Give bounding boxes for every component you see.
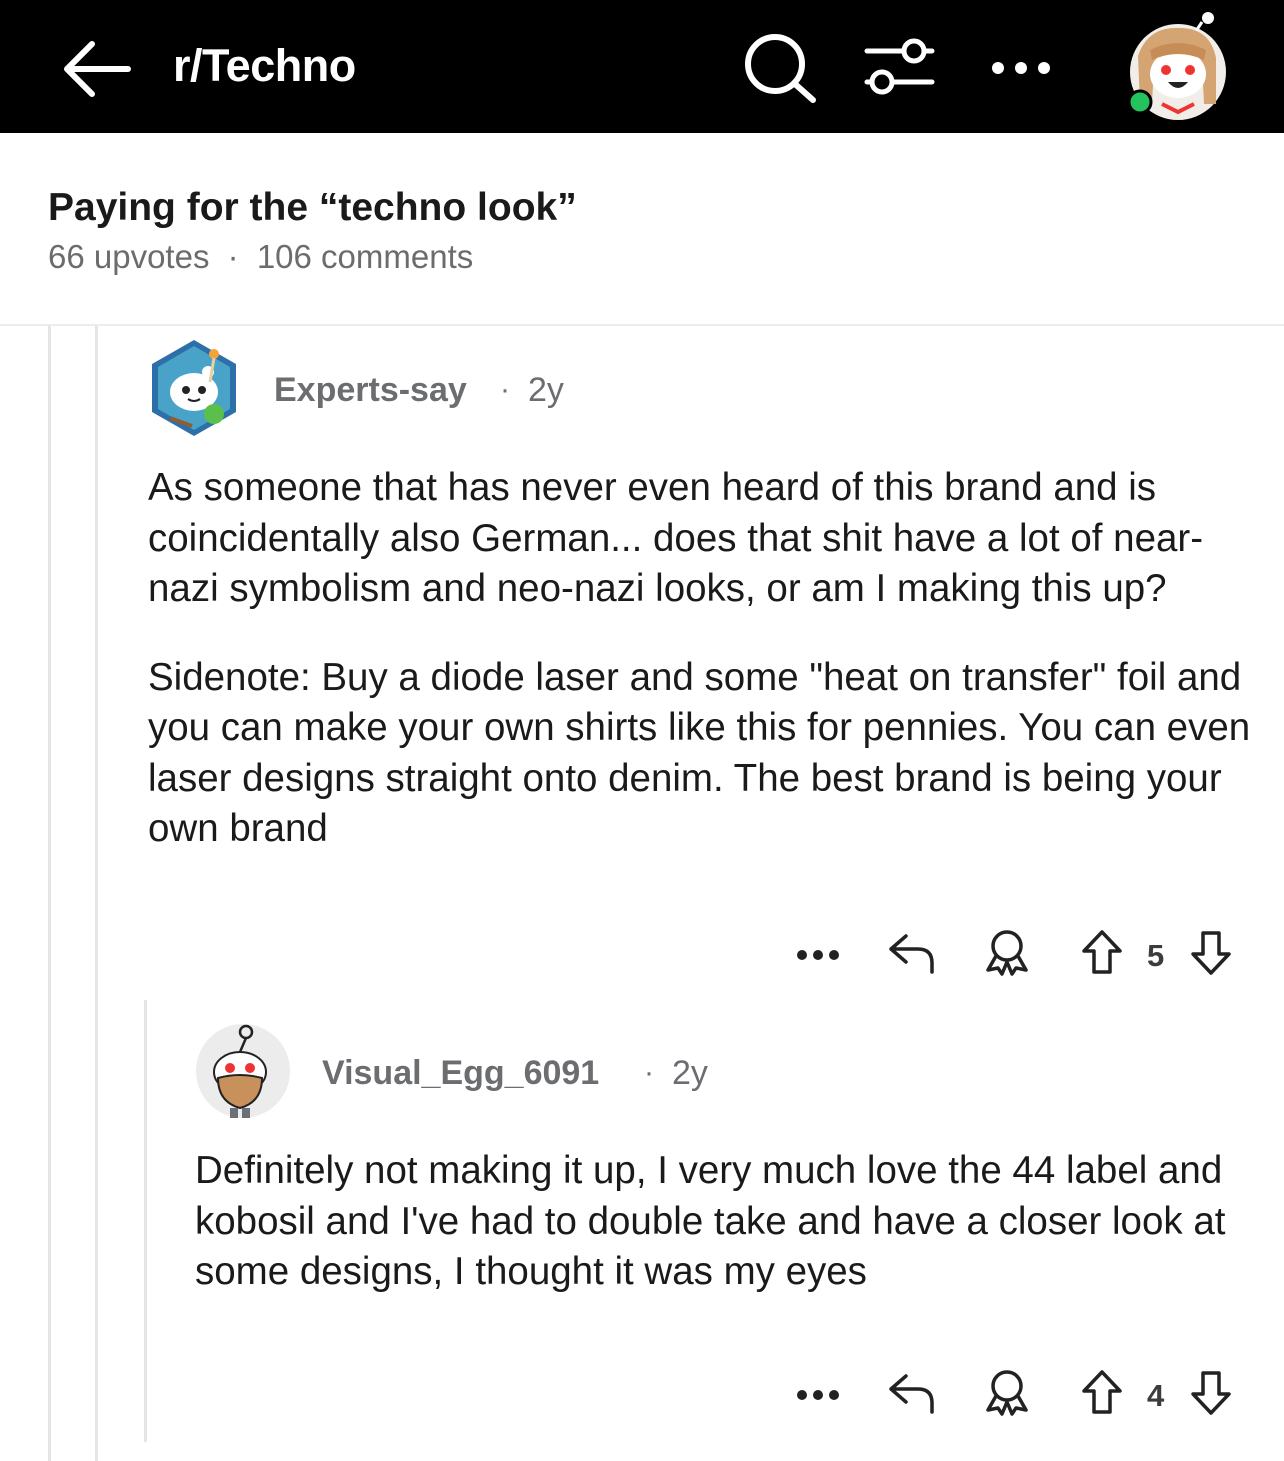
comment-1-age: 2y xyxy=(528,371,564,409)
comment-1-reply-button[interactable] xyxy=(886,932,936,974)
comment-2-award-button[interactable] xyxy=(984,1368,1030,1416)
top-bar: r/Techno xyxy=(0,0,1284,133)
comment-2-paragraph-1: Definitely not making it up, I very much… xyxy=(195,1149,1226,1293)
filter-button[interactable] xyxy=(862,36,936,100)
reply-icon xyxy=(889,934,934,974)
comment-2-score: 4 xyxy=(1147,1378,1165,1413)
post-title[interactable]: Paying for the “techno look” xyxy=(48,186,577,230)
upvote-arrow-icon xyxy=(1082,930,1122,974)
comment-1-score: 5 xyxy=(1147,938,1165,973)
downvote-arrow-icon xyxy=(1191,1371,1231,1415)
downvote-arrow-icon xyxy=(1191,931,1231,975)
post-meta: 66 upvotes · 106 comments xyxy=(48,238,473,276)
user-avatar-icon xyxy=(1127,12,1226,120)
search-button[interactable] xyxy=(741,32,819,104)
hexagon-snoo-avatar-icon xyxy=(152,340,236,436)
filter-icon xyxy=(864,38,935,95)
upvote-count: 66 upvotes xyxy=(48,238,210,275)
comment-1-downvote-button[interactable] xyxy=(1190,930,1232,976)
more-icon xyxy=(992,62,1050,74)
bearded-snoo-avatar-icon xyxy=(196,1024,290,1118)
comment-2-reply-button[interactable] xyxy=(886,1372,936,1414)
comment-2-body: Definitely not making it up, I very much… xyxy=(195,1146,1255,1298)
comment-2-upvote-button[interactable] xyxy=(1081,1369,1123,1415)
upvote-arrow-icon xyxy=(1082,1370,1122,1414)
comment-1-body: As someone that has never even heard of … xyxy=(148,463,1258,855)
comment-2-age: 2y xyxy=(672,1054,708,1092)
comment-1-separator: · xyxy=(500,373,510,406)
comment-1-award-button[interactable] xyxy=(984,928,1030,976)
thread-line-outer[interactable] xyxy=(48,326,51,1461)
back-arrow-icon xyxy=(64,41,131,97)
more-icon xyxy=(797,1390,839,1400)
comment-2-downvote-button[interactable] xyxy=(1190,1370,1232,1416)
more-options-button[interactable] xyxy=(986,50,1056,86)
comment-2-separator: · xyxy=(644,1056,654,1089)
comment-2-avatar[interactable] xyxy=(194,1022,292,1120)
comment-count: 106 comments xyxy=(256,238,474,275)
comment-1-avatar[interactable] xyxy=(148,338,240,438)
more-icon xyxy=(797,950,839,960)
subreddit-name[interactable]: r/Techno xyxy=(173,40,356,92)
award-icon xyxy=(986,930,1028,976)
back-button[interactable] xyxy=(58,34,134,104)
search-icon xyxy=(745,34,816,103)
comment-2-author[interactable]: Visual_Egg_6091 xyxy=(322,1054,599,1093)
thread-line-reply[interactable] xyxy=(144,1000,147,1442)
thread-line-parent[interactable] xyxy=(95,326,98,1461)
comment-1-paragraph-2: Sidenote: Buy a diode laser and some "he… xyxy=(148,655,1251,851)
comment-2-more-button[interactable] xyxy=(795,1384,841,1406)
comment-1-author[interactable]: Experts-say xyxy=(274,371,467,410)
reply-icon xyxy=(889,1374,934,1414)
award-icon xyxy=(986,1370,1028,1416)
comment-1-paragraph-1: As someone that has never even heard of … xyxy=(148,466,1204,610)
comment-1-upvote-button[interactable] xyxy=(1081,929,1123,975)
comment-1-more-button[interactable] xyxy=(795,944,841,966)
header-divider xyxy=(0,324,1284,326)
meta-separator: · xyxy=(227,238,239,275)
user-avatar[interactable] xyxy=(1118,12,1226,120)
